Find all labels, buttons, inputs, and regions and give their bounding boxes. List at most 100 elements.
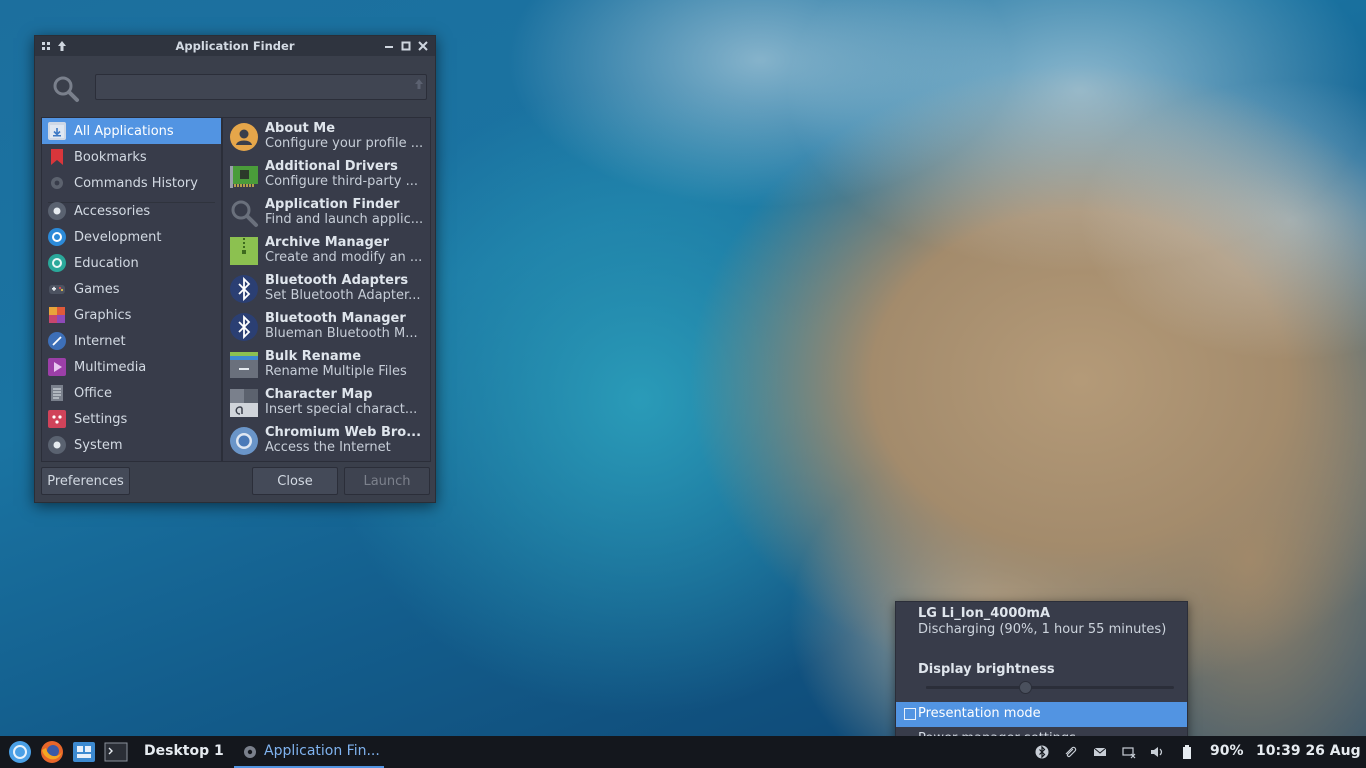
category-bookmarks[interactable]: Bookmarks [42, 144, 221, 170]
network-disconnected-icon[interactable] [1122, 745, 1136, 759]
close-button[interactable]: Close [252, 467, 338, 495]
application-finder-window: Application Finder All Applications Book… [34, 35, 436, 503]
category-education[interactable]: Education [42, 250, 221, 276]
whisker-menu-icon[interactable] [8, 740, 32, 764]
app-description: Create and modify an ... [265, 250, 423, 265]
mail-icon[interactable] [1093, 745, 1107, 759]
education-icon [48, 254, 66, 272]
app-description: Find and launch applic... [265, 212, 424, 227]
app-description: Blueman Bluetooth M... [265, 326, 418, 341]
development-icon [48, 228, 66, 246]
window-title: Application Finder [175, 39, 295, 53]
category-label: Development [74, 229, 162, 245]
app-item-bluetooth-manager[interactable]: Bluetooth Manager Blueman Bluetooth M... [223, 308, 430, 346]
app-item-bulk-rename[interactable]: Bulk Rename Rename Multiple Files [223, 346, 430, 384]
clear-search-icon[interactable] [413, 78, 425, 94]
app-name: Character Map [265, 387, 373, 402]
battery-icon[interactable] [1180, 745, 1194, 759]
bulk-rename-icon [229, 350, 259, 380]
chromium-icon [229, 426, 259, 456]
app-description: Rename Multiple Files [265, 364, 407, 379]
category-games[interactable]: Games [42, 276, 221, 302]
terminal-icon[interactable] [104, 740, 128, 764]
app-item-archive-manager[interactable]: Archive Manager Create and modify an ... [223, 232, 430, 270]
titlebar[interactable]: Application Finder [35, 36, 435, 56]
firefox-icon[interactable] [40, 740, 64, 764]
category-label: Office [74, 385, 112, 401]
battery-status: Discharging (90%, 1 hour 55 minutes) [918, 622, 1167, 637]
app-description: Configure third-party ... [265, 174, 419, 189]
battery-device-name: LG Li_Ion_4000mA [918, 606, 1051, 621]
category-multimedia[interactable]: Multimedia [42, 354, 221, 380]
app-name: Bulk Rename [265, 349, 362, 364]
taskbar: Desktop 1 Application Fin... 90% 10:39 2… [0, 736, 1366, 768]
app-description: Configure your profile ... [265, 136, 424, 151]
paperclip-icon[interactable] [1063, 745, 1077, 759]
bluetooth-tray-icon[interactable] [1035, 745, 1049, 759]
category-label: Graphics [74, 307, 132, 323]
gear-icon [48, 174, 66, 192]
category-label: Bookmarks [74, 149, 147, 165]
app-description: Insert special charact... [265, 402, 418, 417]
search-input[interactable] [95, 74, 427, 100]
app-item-character-map[interactable]: Character Map Insert special charact... [223, 384, 430, 422]
power-popup: LG Li_Ion_4000mA Discharging (90%, 1 hou… [895, 601, 1188, 751]
category-all-applications[interactable]: All Applications [42, 118, 221, 144]
category-commands-history[interactable]: Commands History [42, 170, 221, 196]
clock[interactable]: 10:39 26 Aug [1256, 743, 1361, 759]
category-label: Games [74, 281, 120, 297]
archive-icon [229, 236, 259, 266]
app-item-bluetooth-adapters[interactable]: Bluetooth Adapters Set Bluetooth Adapter… [223, 270, 430, 308]
category-label: Education [74, 255, 139, 271]
category-internet[interactable]: Internet [42, 328, 221, 354]
category-office[interactable]: Office [42, 380, 221, 406]
category-graphics[interactable]: Graphics [42, 302, 221, 328]
category-label: Settings [74, 411, 128, 427]
category-label: Multimedia [74, 359, 147, 375]
bluetooth-icon [229, 312, 259, 342]
presentation-mode-item[interactable]: Presentation mode [896, 702, 1187, 727]
character-map-icon [229, 388, 259, 418]
brightness-slider-handle[interactable] [1019, 681, 1032, 694]
all-apps-icon [48, 122, 66, 140]
presentation-mode-label: Presentation mode [918, 706, 1041, 721]
category-system[interactable]: System [42, 432, 221, 458]
file-manager-icon[interactable] [72, 740, 96, 764]
volume-icon[interactable] [1150, 745, 1164, 759]
gamepad-icon [48, 280, 66, 298]
brightness-slider-fill [926, 686, 1025, 689]
driver-card-icon [229, 160, 259, 190]
category-label: Internet [74, 333, 126, 349]
presentation-mode-checkbox[interactable] [904, 708, 916, 720]
category-list: All Applications Bookmarks Commands Hist… [41, 117, 222, 462]
app-name: Additional Drivers [265, 159, 398, 174]
app-item-chromium-web-browser[interactable]: Chromium Web Bro... Access the Internet [223, 422, 430, 460]
app-item-additional-drivers[interactable]: Additional Drivers Configure third-party… [223, 156, 430, 194]
category-label: Commands History [74, 175, 198, 191]
category-development[interactable]: Development [42, 224, 221, 250]
app-name: Archive Manager [265, 235, 389, 250]
battery-percentage[interactable]: 90% [1210, 743, 1244, 759]
maximize-icon[interactable] [399, 39, 413, 53]
brightness-slider[interactable] [926, 681, 1174, 694]
category-accessories[interactable]: Accessories [42, 198, 221, 224]
office-icon [48, 384, 66, 402]
category-settings[interactable]: Settings [42, 406, 221, 432]
system-icon [48, 436, 66, 454]
app-name: Bluetooth Manager [265, 311, 406, 326]
app-item-about-me[interactable]: About Me Configure your profile ... [223, 118, 430, 156]
workspace-label[interactable]: Desktop 1 [144, 743, 224, 759]
close-icon[interactable] [416, 39, 430, 53]
task-application-finder[interactable]: Application Fin... [234, 736, 384, 768]
launch-button[interactable]: Launch [344, 467, 430, 495]
search-row [45, 72, 429, 104]
app-item-application-finder[interactable]: Application Finder Find and launch appli… [223, 194, 430, 232]
app-name: About Me [265, 121, 336, 136]
bookmark-icon [48, 148, 66, 166]
internet-icon [48, 332, 66, 350]
multimedia-icon [48, 358, 66, 376]
app-description: Access the Internet [265, 440, 391, 455]
minimize-icon[interactable] [382, 39, 396, 53]
accessories-icon [48, 202, 66, 220]
preferences-button[interactable]: Preferences [41, 467, 130, 495]
